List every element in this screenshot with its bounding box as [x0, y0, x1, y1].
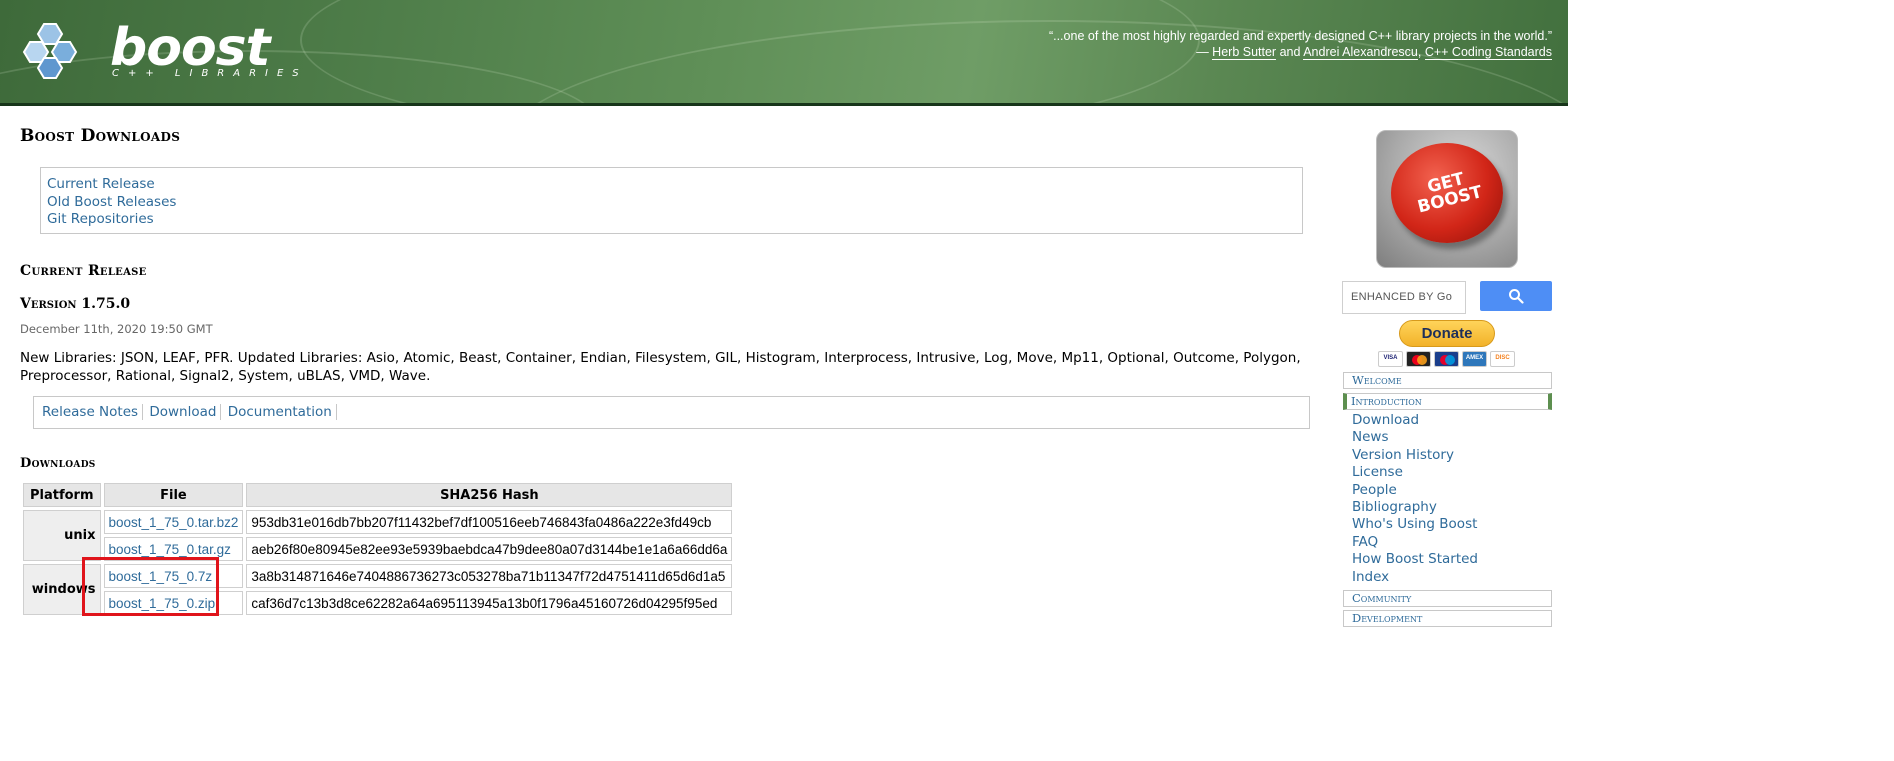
table-row: boost_1_75_0.tar.gz aeb26f80e80945e82ee9…: [23, 537, 733, 561]
nav-section-development[interactable]: Development: [1343, 610, 1552, 627]
platform-cell-windows: windows: [23, 564, 101, 615]
quote-dash: —: [1196, 45, 1213, 59]
toc-git-repositories[interactable]: Git Repositories: [47, 211, 1296, 229]
quote-comma: ,: [1417, 45, 1425, 59]
nav-item-bibliography[interactable]: Bibliography: [1352, 499, 1478, 516]
nav-section-community[interactable]: Community: [1343, 590, 1552, 607]
nav-item-download[interactable]: Download: [1352, 412, 1478, 429]
header-quote: “...one of the most highly regarded and …: [1049, 28, 1552, 60]
search-input[interactable]: ENHANCED BY Go: [1342, 281, 1466, 314]
get-boost-text: GET BOOST: [1415, 169, 1485, 218]
hash-cell: caf36d7c13b3d8ce62282a64a695113945a13b0f…: [246, 591, 733, 615]
quote-text: “...one of the most highly regarded and …: [1048, 29, 1552, 43]
visa-card-icon: VISA: [1378, 351, 1403, 367]
table-row: unix boost_1_75_0.tar.bz2 953db31e016db7…: [23, 510, 733, 561]
donate-button[interactable]: Donate: [1399, 320, 1495, 347]
site-header: boost C++ LIBRARIES “...one of the most …: [0, 0, 1568, 106]
documentation-link[interactable]: Documentation: [225, 404, 337, 420]
nav-section-introduction[interactable]: Introduction: [1343, 393, 1552, 410]
nav-item-faq[interactable]: FAQ: [1352, 534, 1478, 551]
release-description: New Libraries: JSON, LEAF, PFR. Updated …: [20, 350, 1301, 384]
downloads-heading: Downloads: [20, 456, 96, 471]
column-header-file: File: [103, 483, 244, 507]
maestro-circles: [1440, 355, 1455, 365]
release-date: December 11th, 2020 19:50 GMT: [20, 322, 213, 336]
table-of-contents: Current Release Old Boost Releases Git R…: [40, 167, 1303, 234]
release-links: Release Notes Download Documentation: [33, 396, 1310, 429]
column-header-platform: Platform: [23, 483, 101, 507]
table-header-row: Platform File SHA256 Hash: [23, 483, 733, 507]
toc-current-release[interactable]: Current Release: [47, 176, 1296, 194]
downloads-table: Platform File SHA256 Hash unix boost_1_7…: [20, 480, 735, 618]
file-link-tar-gz[interactable]: boost_1_75_0.tar.gz: [109, 542, 231, 557]
boost-logo[interactable]: boost C++ LIBRARIES: [22, 16, 299, 86]
boost-hexagon-icon: [22, 23, 78, 79]
nav-item-index[interactable]: Index: [1352, 569, 1478, 586]
nav-item-news[interactable]: News: [1352, 429, 1478, 446]
quote-attribution: — Herb Sutter and Andrei Alexandrescu, C…: [1049, 44, 1552, 60]
link-herb-sutter[interactable]: Herb Sutter: [1212, 45, 1277, 60]
nav-item-whos-using-boost[interactable]: Who's Using Boost: [1352, 516, 1478, 533]
file-link-7z[interactable]: boost_1_75_0.7z: [109, 569, 213, 584]
introduction-submenu: Download News Version History License Pe…: [1352, 412, 1478, 586]
file-link-tar-bz2[interactable]: boost_1_75_0.tar.bz2: [109, 515, 239, 530]
logo-wordmark: boost: [110, 18, 270, 78]
file-cell: boost_1_75_0.tar.bz2: [103, 510, 244, 534]
quote-and: and: [1276, 45, 1304, 59]
file-cell: boost_1_75_0.tar.gz: [103, 537, 244, 561]
column-header-hash: SHA256 Hash: [246, 483, 733, 507]
payment-cards: VISA AMEX DISC: [1378, 351, 1518, 367]
hash-cell: 953db31e016db7bb207f11432bef7df100516eeb…: [246, 510, 733, 534]
discover-card-icon: DISC: [1490, 351, 1515, 367]
maestro-card-icon: [1434, 351, 1459, 367]
link-coding-standards[interactable]: C++ Coding Standards: [1424, 45, 1552, 60]
file-cell: boost_1_75_0.7z: [103, 564, 244, 588]
logo-subtitle: C++ LIBRARIES: [112, 68, 308, 79]
version-heading: Version 1.75.0: [20, 296, 131, 312]
amex-label: AMEX: [1465, 355, 1484, 361]
amex-card-icon: AMEX: [1462, 351, 1487, 367]
link-andrei-alexandrescu[interactable]: Andrei Alexandrescu: [1303, 45, 1418, 60]
mastercard-circles: [1412, 355, 1427, 365]
file-link-zip[interactable]: boost_1_75_0.zip: [109, 596, 216, 611]
file-cell: boost_1_75_0.zip: [103, 591, 244, 615]
visa-label: VISA: [1383, 355, 1398, 361]
mastercard-icon: [1406, 351, 1431, 367]
download-link[interactable]: Download: [147, 404, 222, 420]
nav-item-version-history[interactable]: Version History: [1352, 447, 1478, 464]
search-button[interactable]: [1480, 281, 1552, 311]
release-notes-link[interactable]: Release Notes: [40, 404, 144, 420]
get-boost-badge[interactable]: GET BOOST: [1376, 130, 1518, 268]
table-row: windows boost_1_75_0.7z 3a8b314871646e74…: [23, 564, 733, 615]
search-icon: [1509, 289, 1524, 304]
page-title: Boost Downloads: [20, 126, 181, 146]
nav-item-people[interactable]: People: [1352, 482, 1478, 499]
current-release-heading: Current Release: [20, 263, 147, 279]
get-boost-button-graphic: GET BOOST: [1391, 143, 1503, 243]
nav-item-license[interactable]: License: [1352, 464, 1478, 481]
platform-cell-unix: unix: [23, 510, 101, 561]
nav-item-how-boost-started[interactable]: How Boost Started: [1352, 551, 1478, 568]
nav-section-welcome[interactable]: Welcome: [1343, 372, 1552, 389]
toc-old-releases[interactable]: Old Boost Releases: [47, 194, 1296, 212]
hash-cell: aeb26f80e80945e82ee93e5939baebdca47b9dee…: [246, 537, 733, 561]
discover-label: DISC: [1495, 355, 1510, 361]
table-row: boost_1_75_0.zip caf36d7c13b3d8ce62282a6…: [23, 591, 733, 615]
hash-cell: 3a8b314871646e7404886736273c053278ba71b1…: [246, 564, 733, 588]
